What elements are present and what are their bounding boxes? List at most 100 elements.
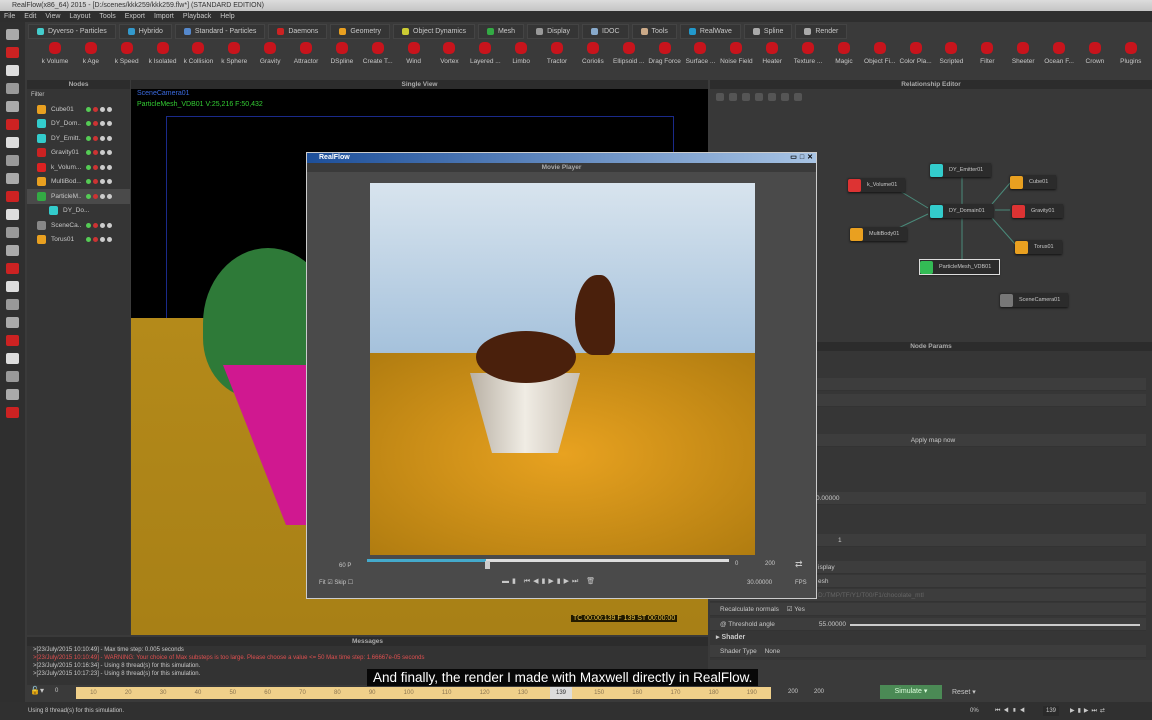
tool-icon[interactable]: [6, 101, 19, 112]
node-state-icons[interactable]: [86, 121, 112, 127]
node-list-item[interactable]: DY_Dom...: [27, 117, 130, 132]
tool-icon[interactable]: [6, 299, 19, 310]
toolbar-crown[interactable]: Crown: [1078, 42, 1112, 74]
node-list-item[interactable]: SceneCa...: [27, 218, 130, 233]
tool-icon[interactable]: [6, 47, 19, 58]
graph-node[interactable]: Cube01: [1010, 175, 1057, 189]
toolbar-attractor[interactable]: Attractor: [289, 42, 323, 74]
tab-tools[interactable]: Tools: [631, 24, 677, 39]
tool-icon[interactable]: [6, 173, 19, 184]
node-state-icons[interactable]: [86, 193, 112, 199]
toolbar-k-speed[interactable]: k Speed: [110, 42, 144, 74]
fps-value[interactable]: 30.00000: [747, 580, 772, 586]
menu-help[interactable]: Help: [220, 11, 234, 22]
tool-icon[interactable]: [6, 389, 19, 400]
toolbar-heater[interactable]: Heater: [755, 42, 789, 74]
start-frame[interactable]: 0: [735, 561, 738, 567]
tab-dyverso-particles[interactable]: Dyverso - Particles: [28, 24, 116, 39]
toolbar-plugins[interactable]: Plugins: [1114, 42, 1148, 74]
tab-idoc[interactable]: IDOC: [582, 24, 629, 39]
toolbar-layered-[interactable]: Layered ...: [468, 42, 502, 74]
tab-object-dynamics[interactable]: Object Dynamics: [393, 24, 475, 39]
end-frame[interactable]: 200: [765, 561, 775, 567]
tool-icon[interactable]: [6, 137, 19, 148]
node-list-item[interactable]: k_Volum...: [27, 160, 130, 175]
node-state-icons[interactable]: [86, 164, 112, 170]
graph-node[interactable]: Gravity01: [1012, 204, 1063, 218]
toolbar-k-isolated[interactable]: k Isolated: [146, 42, 180, 74]
threshold-angle-row[interactable]: @ Threshold angle 55.00000: [710, 618, 1146, 631]
toolbar-k-age[interactable]: k Age: [74, 42, 108, 74]
toolbar-surface-[interactable]: Surface ...: [683, 42, 717, 74]
playback-handle[interactable]: [485, 561, 490, 569]
tool-icon[interactable]: [6, 191, 19, 202]
tool-icon[interactable]: [6, 317, 19, 328]
toolbar-ocean-f-[interactable]: Ocean F...: [1042, 42, 1076, 74]
node-list-item[interactable]: Torus01: [27, 233, 130, 248]
toolbar-magic[interactable]: Magic: [827, 42, 861, 74]
menu-export[interactable]: Export: [125, 11, 145, 22]
tool-icon[interactable]: [6, 245, 19, 256]
tool-icon[interactable]: [6, 353, 19, 364]
shader-type-dropdown[interactable]: Shader Type None: [710, 645, 1146, 658]
playback-track[interactable]: [367, 559, 729, 562]
current-frame-field[interactable]: 139: [1043, 706, 1059, 716]
menu-tools[interactable]: Tools: [99, 11, 115, 22]
loop-icon[interactable]: ⇄: [795, 559, 803, 570]
toolbar-coriolis[interactable]: Coriolis: [576, 42, 610, 74]
tool-icon[interactable]: [6, 371, 19, 382]
node-state-icons[interactable]: [86, 222, 112, 228]
tab-geometry[interactable]: Geometry: [330, 24, 391, 39]
toolbar-drag-force[interactable]: Drag Force: [648, 42, 682, 74]
tool-icon[interactable]: [6, 155, 19, 166]
toolbar-create-t-[interactable]: Create T...: [361, 42, 395, 74]
transport-controls[interactable]: ▬▮ ⏮◀▮▶▮▶⏭ 🗑: [502, 577, 598, 586]
tab-realwave[interactable]: RealWave: [679, 24, 741, 39]
simulate-button[interactable]: Simulate ▾: [880, 685, 942, 699]
threshold-value[interactable]: 55.00000: [819, 621, 846, 628]
node-state-icons[interactable]: [86, 179, 112, 185]
window-controls[interactable]: ▭□✕: [790, 153, 816, 163]
toolbar-k-sphere[interactable]: k Sphere: [217, 42, 251, 74]
toolbar-scripted[interactable]: Scripted: [934, 42, 968, 74]
tab-display[interactable]: Display: [527, 24, 580, 39]
menu-edit[interactable]: Edit: [24, 11, 36, 22]
tab-daemons[interactable]: Daemons: [268, 24, 328, 39]
graph-node[interactable]: k_Volume01: [848, 178, 906, 192]
tool-icon[interactable]: [6, 83, 19, 94]
node-list-item[interactable]: Gravity01: [27, 146, 130, 161]
toolbar-filter[interactable]: Filter: [970, 42, 1004, 74]
tool-icon[interactable]: [6, 281, 19, 292]
tab-render[interactable]: Render: [795, 24, 848, 39]
tool-icon[interactable]: [6, 263, 19, 274]
graph-node[interactable]: SceneCamera01: [1000, 293, 1069, 307]
graph-node[interactable]: Torus01: [1015, 240, 1062, 254]
node-list-item[interactable]: ParticleM...: [27, 189, 130, 204]
timeline-end-2[interactable]: 200: [814, 689, 824, 695]
menu-view[interactable]: View: [45, 11, 60, 22]
toolbar-tractor[interactable]: Tractor: [540, 42, 574, 74]
lock-icon[interactable]: 🔓▾: [30, 686, 44, 695]
playback-controls-right[interactable]: ▶▮▶⏭⇄: [1070, 702, 1108, 720]
playback-controls[interactable]: ⏮◀▮◀: [995, 702, 1028, 720]
toolbar-wind[interactable]: Wind: [397, 42, 431, 74]
toolbar-k-volume[interactable]: k Volume: [38, 42, 72, 74]
node-list-item[interactable]: Cube01: [27, 102, 130, 117]
menu-playback[interactable]: Playback: [183, 11, 211, 22]
tool-icon[interactable]: [6, 29, 19, 40]
toolbar-sheeter[interactable]: Sheeter: [1006, 42, 1040, 74]
toolbar-gravity[interactable]: Gravity: [253, 42, 287, 74]
graph-node[interactable]: ParticleMesh_VDB01: [918, 259, 1001, 275]
node-list-item[interactable]: DY_Emitt...: [27, 131, 130, 146]
fit-checkbox[interactable]: Fit ☑ Skip ☐: [319, 579, 353, 586]
toolbar-ellipsoid-[interactable]: Ellipsoid ...: [612, 42, 646, 74]
timeline-end[interactable]: 200: [788, 689, 798, 695]
toolbar-object-fi-[interactable]: Object Fi...: [863, 42, 897, 74]
node-state-icons[interactable]: [86, 135, 112, 141]
menu-layout[interactable]: Layout: [69, 11, 90, 22]
threshold-slider[interactable]: [850, 624, 1140, 626]
node-state-icons[interactable]: [86, 237, 112, 243]
timeline-current-frame[interactable]: 139: [550, 687, 572, 699]
timeline-start[interactable]: 0: [55, 688, 58, 694]
tab-hybrido[interactable]: Hybrido: [118, 24, 172, 39]
